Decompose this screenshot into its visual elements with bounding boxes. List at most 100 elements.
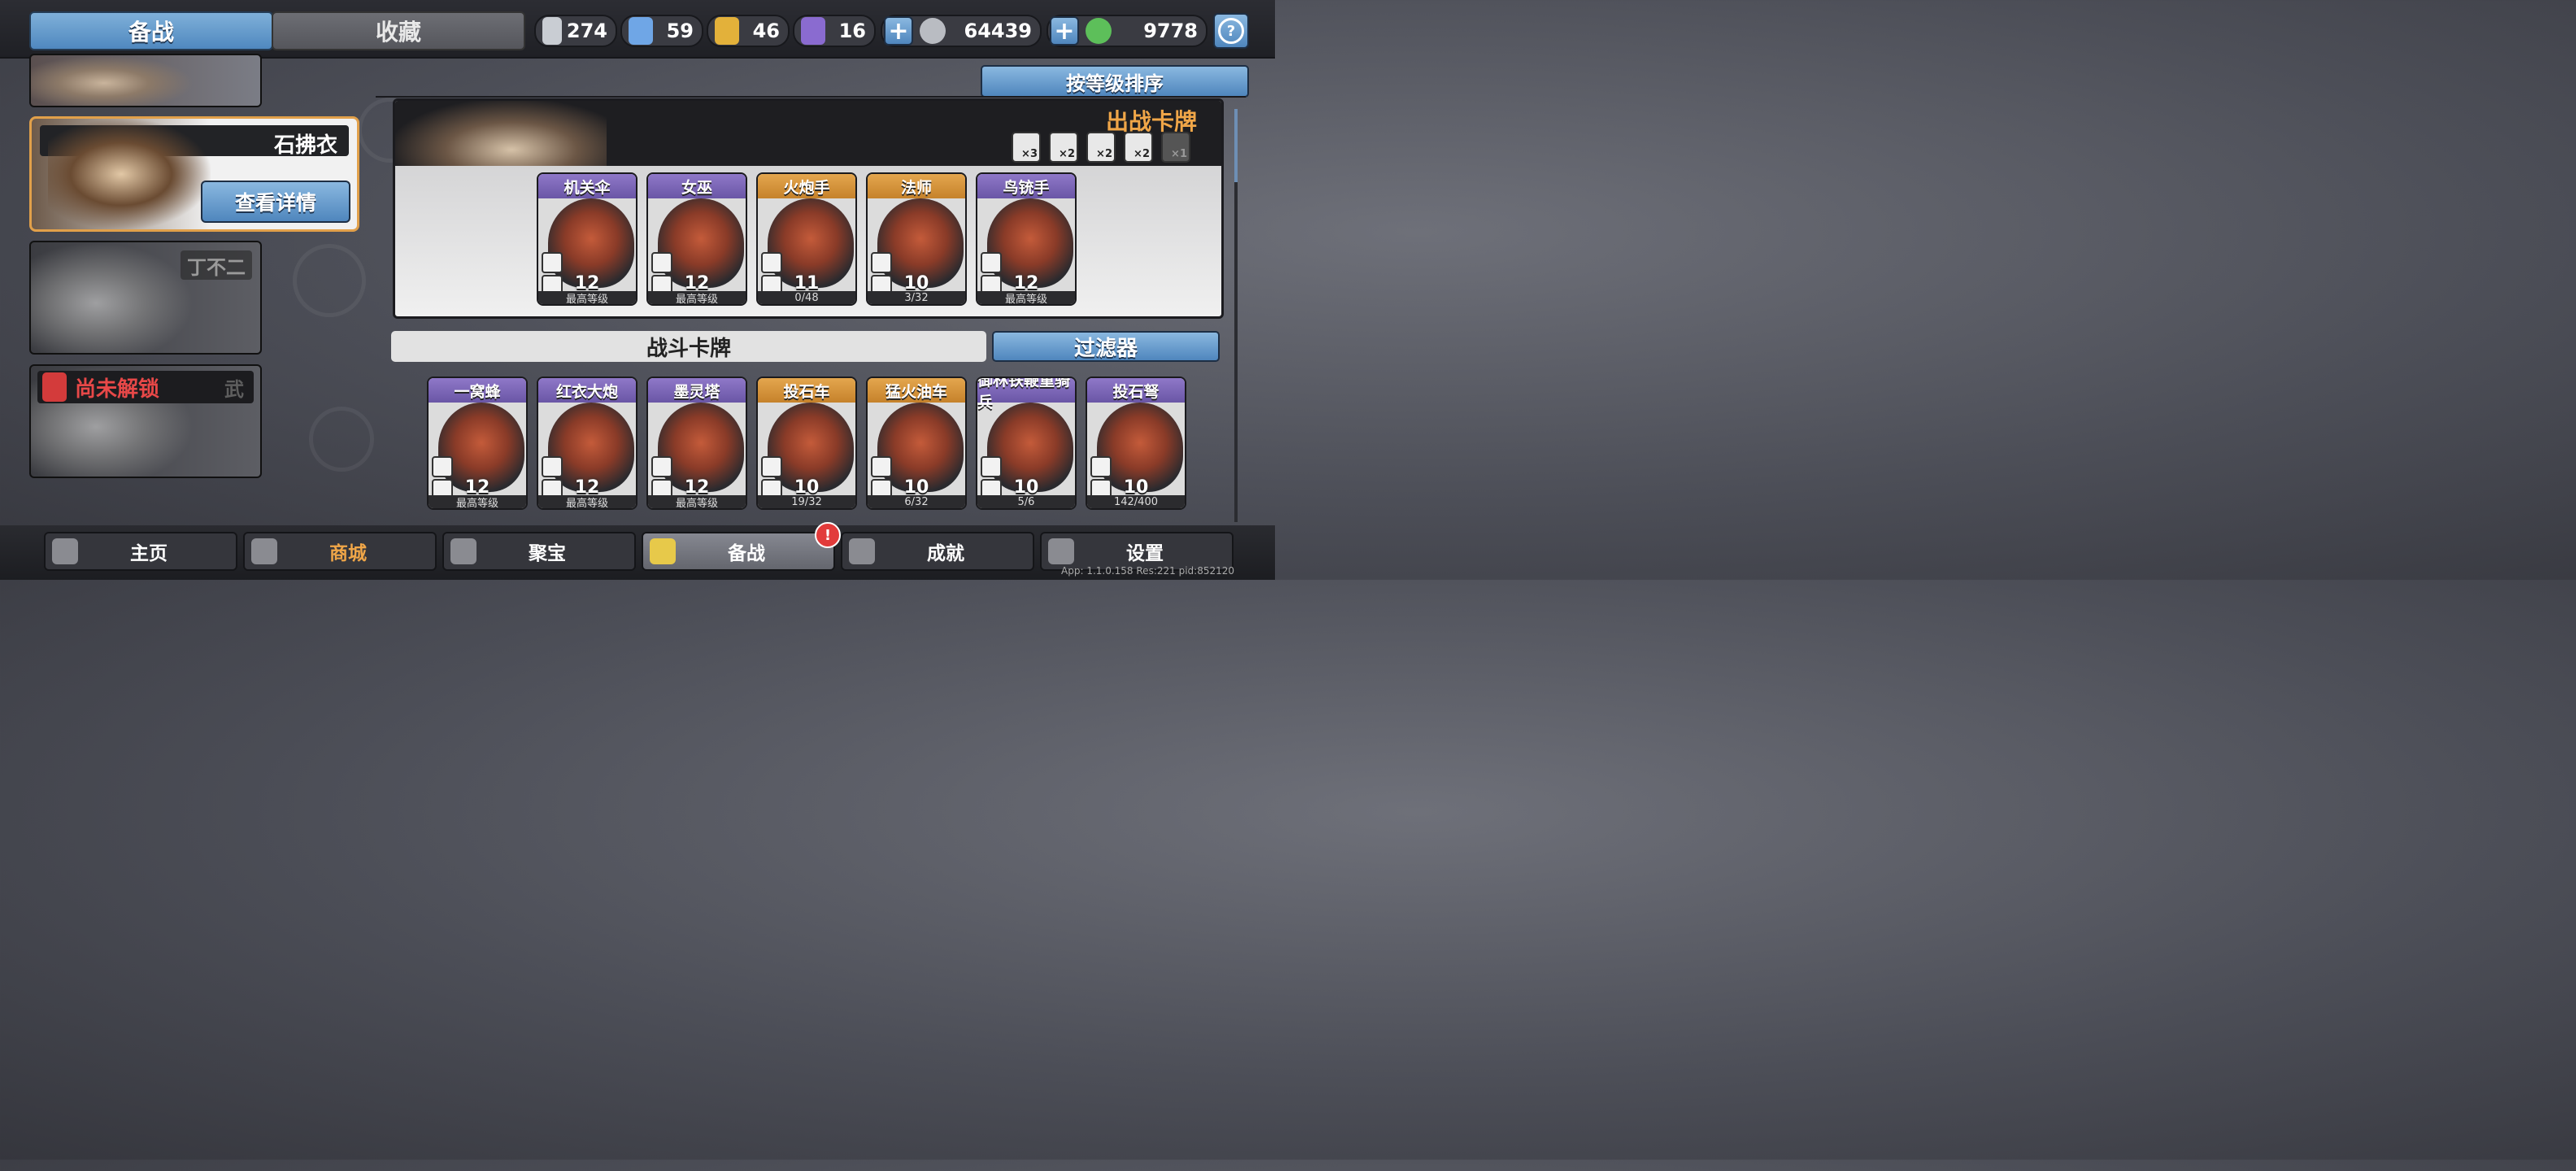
resource-value: 274 — [566, 20, 607, 42]
jade-currency: + 9778 — [1046, 15, 1208, 47]
trait-helmet-icon[interactable]: ×2 — [1049, 132, 1078, 163]
locked-label: 尚未解锁 — [75, 377, 160, 402]
card-progress: 6/32 — [868, 495, 965, 508]
unit-card[interactable]: 机关伞 12 最高等级 — [537, 172, 637, 306]
card-name: 猛火油车 — [868, 378, 965, 403]
trait-hat-icon[interactable]: ×2 — [1124, 132, 1153, 163]
question-icon: ? — [1218, 18, 1244, 44]
skill-icon — [1090, 456, 1112, 477]
card-progress: 142/400 — [1087, 495, 1185, 508]
unit-card[interactable]: 猛火油车 10 6/32 — [866, 377, 967, 510]
unit-card[interactable]: 投石车 10 19/32 — [756, 377, 857, 510]
card-progress: 最高等级 — [538, 495, 636, 508]
card-progress: 19/32 — [758, 495, 855, 508]
unit-card[interactable]: 法师 10 3/32 — [866, 172, 967, 306]
skill-icon — [981, 252, 1002, 273]
resource-value: 59 — [666, 20, 694, 42]
unit-card[interactable]: 投石弩 10 142/400 — [1086, 377, 1186, 510]
hero-portrait — [48, 119, 211, 229]
unit-card[interactable]: 墨灵塔 12 最高等级 — [646, 377, 747, 510]
nav-label: 聚宝 — [529, 543, 566, 564]
add-coin-button[interactable]: + — [884, 16, 913, 46]
deck-icon — [650, 538, 676, 564]
nav-label: 设置 — [1126, 543, 1164, 564]
skill-icon — [871, 252, 892, 273]
nav-prepare[interactable]: 备战 — [642, 532, 835, 571]
nav-shop[interactable]: 商城 — [243, 532, 437, 571]
hero-name: 石拂衣 — [273, 133, 337, 158]
coin-currency: + 64439 — [881, 15, 1042, 47]
skill-icon — [871, 456, 892, 477]
skill-icon — [761, 252, 782, 273]
version-text: App: 1.1.0.158 Res:221 pid:852120 — [1061, 565, 1234, 577]
card-name: 御林铁鞭重骑兵 — [977, 378, 1075, 411]
resource-value: 16 — [838, 20, 866, 42]
card-progress: 最高等级 — [648, 291, 746, 304]
unit-card[interactable]: 一窝蜂 12 最高等级 — [427, 377, 528, 510]
nav-treasure[interactable]: 聚宝 — [442, 532, 636, 571]
trait-skull-icon[interactable]: ×2 — [1086, 132, 1116, 163]
home-icon — [52, 538, 78, 564]
card-progress: 最高等级 — [538, 291, 636, 304]
unit-card[interactable]: 女巫 12 最高等级 — [646, 172, 747, 306]
card-name: 墨灵塔 — [648, 378, 746, 403]
hero-card-locked[interactable]: 尚未解锁 武 — [29, 364, 262, 478]
nav-label: 成就 — [927, 543, 964, 564]
trait-shield-icon[interactable]: ×1 — [1161, 132, 1190, 163]
skill-icon — [651, 252, 672, 273]
add-jade-button[interactable]: + — [1050, 16, 1079, 46]
hero-portrait — [31, 242, 194, 353]
scrollbar[interactable] — [1234, 109, 1238, 522]
view-details-button[interactable]: 查看详情 — [201, 181, 350, 223]
sort-by-level-button[interactable]: 按等级排序 — [981, 65, 1249, 98]
tab-prepare[interactable]: 备战 — [29, 11, 273, 50]
shop-icon — [251, 538, 277, 564]
hero-card[interactable] — [29, 54, 262, 107]
help-button[interactable]: ? — [1213, 13, 1249, 49]
unit-card[interactable]: 红衣大炮 12 最高等级 — [537, 377, 637, 510]
achievement-icon — [849, 538, 875, 564]
skill-icon — [981, 456, 1002, 477]
card-name: 鸟铳手 — [977, 174, 1075, 198]
hero-portrait — [395, 101, 607, 166]
unit-card[interactable]: 御林铁鞭重骑兵 10 5/6 — [976, 377, 1077, 510]
card-progress: 0/48 — [758, 291, 855, 304]
card-name: 投石弩 — [1087, 378, 1185, 403]
hero-card-selected[interactable]: 石拂衣 查看详情 — [29, 116, 359, 232]
notification-badge: ! — [815, 522, 841, 548]
nav-label: 备战 — [728, 543, 765, 564]
bottom-nav: 主页 商城 聚宝 备战 成就 设置 App: 1.1.0.158 Res:221… — [0, 525, 1275, 580]
resource-purple: 16 — [793, 15, 876, 47]
scrollbar-thumb[interactable] — [1234, 109, 1238, 182]
jade-icon — [1086, 18, 1112, 44]
nav-achievement[interactable]: 成就 — [841, 532, 1034, 571]
skill-icon — [651, 456, 672, 477]
hero-portrait — [31, 55, 194, 106]
divider — [376, 96, 1246, 98]
battle-cards-title: 战斗卡牌 — [391, 331, 986, 362]
card-name: 一窝蜂 — [429, 378, 526, 403]
trait-gun-icon[interactable]: ×3 — [1012, 132, 1041, 163]
locked-bar: 尚未解锁 武 — [37, 371, 254, 403]
resource-value: 46 — [752, 20, 780, 42]
blue-crystal-icon — [629, 17, 653, 45]
card-name: 法师 — [868, 174, 965, 198]
nav-home[interactable]: 主页 — [44, 532, 237, 571]
resource-silver: 274 — [534, 15, 617, 47]
nav-label: 主页 — [130, 543, 168, 564]
resource-blue: 59 — [620, 15, 703, 47]
gold-shield-icon — [715, 17, 739, 45]
unit-card[interactable]: 火炮手 11 0/48 — [756, 172, 857, 306]
background-pattern — [293, 244, 366, 317]
hero-card[interactable]: 丁不二 — [29, 241, 262, 355]
card-progress: 最高等级 — [429, 495, 526, 508]
unit-card[interactable]: 鸟铳手 12 最高等级 — [976, 172, 1077, 306]
card-progress: 最高等级 — [648, 495, 746, 508]
locked-hero-name: 武 — [224, 377, 244, 401]
filter-button[interactable]: 过滤器 — [992, 331, 1220, 362]
lock-icon — [42, 372, 67, 402]
background-pattern — [309, 407, 374, 472]
tab-collection[interactable]: 收藏 — [272, 11, 525, 50]
card-progress: 5/6 — [977, 495, 1075, 508]
card-name: 女巫 — [648, 174, 746, 198]
